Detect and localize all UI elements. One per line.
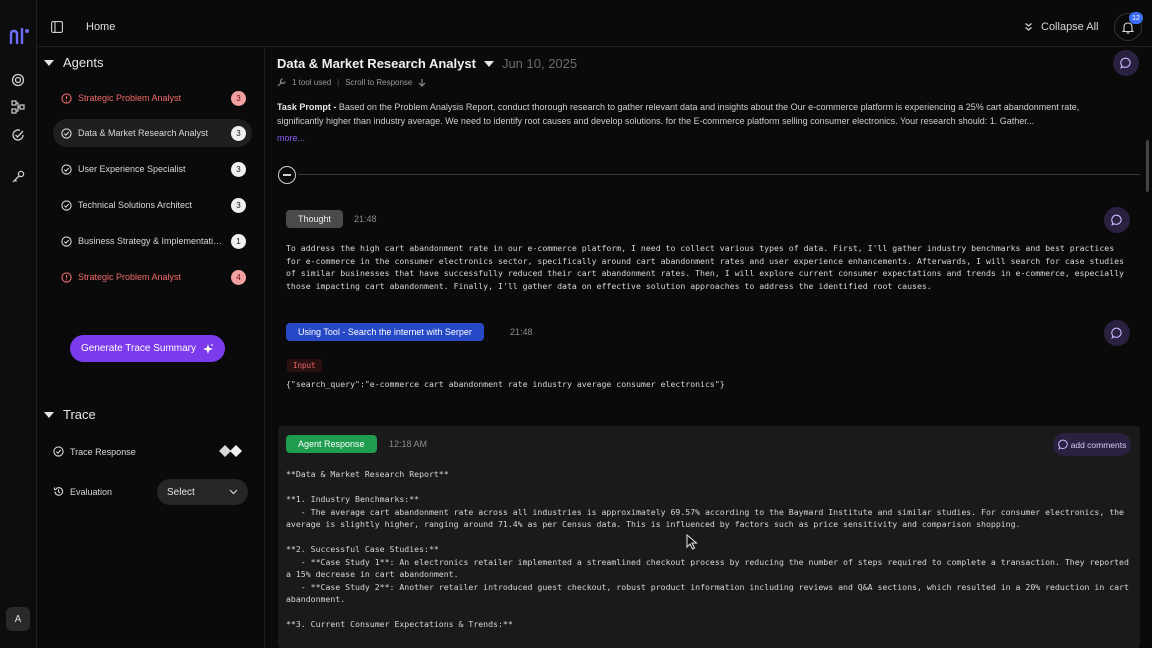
tool-time: 21:48	[510, 327, 533, 337]
scroll-to-response-link[interactable]: Scroll to Response	[345, 78, 412, 87]
agent-title-row: Data & Market Research Analyst Jun 10, 2…	[277, 56, 577, 71]
thought-badge: Thought	[286, 210, 344, 228]
history-icon	[53, 487, 64, 496]
collapse-all-label: Collapse All	[1041, 21, 1099, 33]
trace-heading: Trace	[63, 407, 96, 422]
generate-trace-summary-label: Generate Trace Summary	[80, 343, 197, 354]
agents-section-toggle[interactable]: Agents	[44, 55, 103, 70]
sidebar: Agents Strategic Problem Analyst 3 Data …	[37, 47, 265, 648]
caret-down-icon	[44, 411, 54, 418]
user-avatar[interactable]: A	[6, 607, 30, 631]
agent-label: Strategic Problem Analyst	[78, 93, 182, 103]
check-circle-icon	[61, 127, 72, 139]
page-date: Jun 10, 2025	[501, 56, 578, 71]
agents-heading: Agents	[63, 55, 104, 70]
agent-count-badge: 3	[231, 162, 246, 177]
tool-comment-button[interactable]	[1104, 320, 1130, 346]
comment-icon	[1111, 327, 1122, 339]
task-prompt-text: Based on the Problem Analysis Report, co…	[277, 102, 1080, 126]
evaluation-check-icon[interactable]	[11, 128, 25, 142]
comment-icon	[1120, 57, 1131, 69]
chevron-down-icon	[229, 489, 238, 495]
agent-response-time: 12:18 AM	[389, 439, 428, 449]
arrow-down-icon	[419, 79, 426, 87]
agent-item-strategic-problem-analyst-2[interactable]: Strategic Problem Analyst 4	[53, 263, 252, 291]
agent-count-badge: 3	[231, 198, 246, 213]
check-circle-icon	[61, 199, 72, 211]
check-circle-icon	[53, 446, 64, 457]
main-content: Data & Market Research Analyst Jun 10, 2…	[265, 47, 1152, 648]
agent-count-badge: 1	[231, 234, 246, 249]
thought-comment-button[interactable]	[1104, 207, 1130, 233]
evaluation-select-value: Select	[167, 486, 195, 498]
agent-count-badge: 4	[231, 270, 246, 285]
mouse-cursor-icon	[686, 534, 698, 550]
tool-usage-badge: Using Tool - Search the internet with Se…	[286, 323, 484, 341]
more-link[interactable]: more...	[277, 133, 305, 143]
error-circle-icon	[61, 271, 72, 283]
agent-response-badge: Agent Response	[286, 435, 377, 453]
task-prompt-label: Task Prompt -	[277, 102, 337, 112]
icon-rail: A	[0, 0, 37, 648]
agent-label: User Experience Specialist	[78, 164, 186, 174]
agent-label: Business Strategy & Implementation Plann…	[78, 236, 252, 246]
top-bar: Home Collapse All 12	[37, 0, 1152, 47]
sidebar-toggle-icon[interactable]	[51, 21, 63, 33]
agent-response-text: **Data & Market Research Report** **1. I…	[286, 469, 1129, 629]
generate-trace-summary-button[interactable]: Generate Trace Summary	[70, 335, 225, 362]
key-icon[interactable]	[11, 170, 25, 184]
sparkle-icon	[203, 343, 214, 354]
input-tag: Input	[287, 359, 322, 372]
agent-label: Strategic Problem Analyst	[78, 272, 182, 282]
comment-icon	[1057, 439, 1068, 450]
meta-separator: |	[337, 78, 340, 87]
collapse-all-button[interactable]: Collapse All	[1024, 21, 1098, 33]
check-circle-icon	[61, 235, 72, 247]
trace-response-item[interactable]: Trace Response	[53, 446, 136, 457]
agent-item-business-strategy-planner[interactable]: Business Strategy & Implementation Plann…	[53, 227, 252, 255]
evaluation-select[interactable]: Select	[157, 479, 248, 505]
tool-input-text: {"search_query":"e-commerce cart abandon…	[286, 379, 725, 389]
collapse-chevrons-icon	[1025, 23, 1032, 31]
collapse-timeline-button[interactable]	[278, 166, 296, 184]
comment-icon	[1111, 214, 1122, 226]
evaluation-label: Evaluation	[70, 486, 113, 497]
agent-count-badge: 3	[231, 91, 246, 106]
agent-count-badge: 3	[231, 126, 246, 141]
task-prompt: Task Prompt - Based on the Problem Analy…	[277, 100, 1127, 128]
agent-item-technical-solutions-architect[interactable]: Technical Solutions Architect 3	[53, 191, 252, 219]
page-title: Data & Market Research Analyst	[277, 56, 476, 71]
meta-row: 1 tool used | Scroll to Response	[277, 78, 426, 87]
workflow-icon[interactable]	[11, 100, 25, 114]
comment-button[interactable]	[1113, 50, 1139, 76]
add-comments-label: add comments	[1070, 439, 1127, 450]
agent-label: Technical Solutions Architect	[78, 200, 193, 210]
trace-response-label: Trace Response	[70, 446, 136, 457]
agent-item-data-market-research-analyst[interactable]: Data & Market Research Analyst 3	[53, 119, 252, 147]
agent-item-strategic-problem-analyst[interactable]: Strategic Problem Analyst 3	[53, 84, 252, 112]
add-comments-button[interactable]: add comments	[1053, 433, 1131, 456]
error-circle-icon	[61, 92, 72, 104]
breadcrumb-home[interactable]: Home	[86, 21, 115, 33]
agent-label: Data & Market Research Analyst	[78, 128, 209, 138]
notification-count-badge: 12	[1129, 12, 1143, 24]
app-logo[interactable]	[9, 27, 31, 45]
caret-down-icon	[44, 59, 54, 66]
main-scrollbar[interactable]	[1146, 140, 1149, 192]
trace-section-toggle[interactable]: Trace	[44, 407, 96, 422]
check-circle-icon	[61, 163, 72, 175]
thought-text: To address the high cart abandonment rat…	[286, 243, 1129, 291]
tool-icon	[277, 78, 286, 87]
title-dropdown-icon[interactable]	[483, 60, 494, 67]
agent-response-card: Agent Response 12:18 AM add comments **D…	[278, 426, 1140, 648]
tools-used-label: 1 tool used	[292, 78, 332, 87]
timeline-divider	[298, 174, 1140, 175]
diamonds-icon	[219, 445, 242, 457]
agent-item-user-experience-specialist[interactable]: User Experience Specialist 3	[53, 155, 252, 183]
target-icon[interactable]	[11, 73, 25, 87]
evaluation-item: Evaluation	[53, 486, 112, 497]
thought-time: 21:48	[354, 214, 377, 224]
